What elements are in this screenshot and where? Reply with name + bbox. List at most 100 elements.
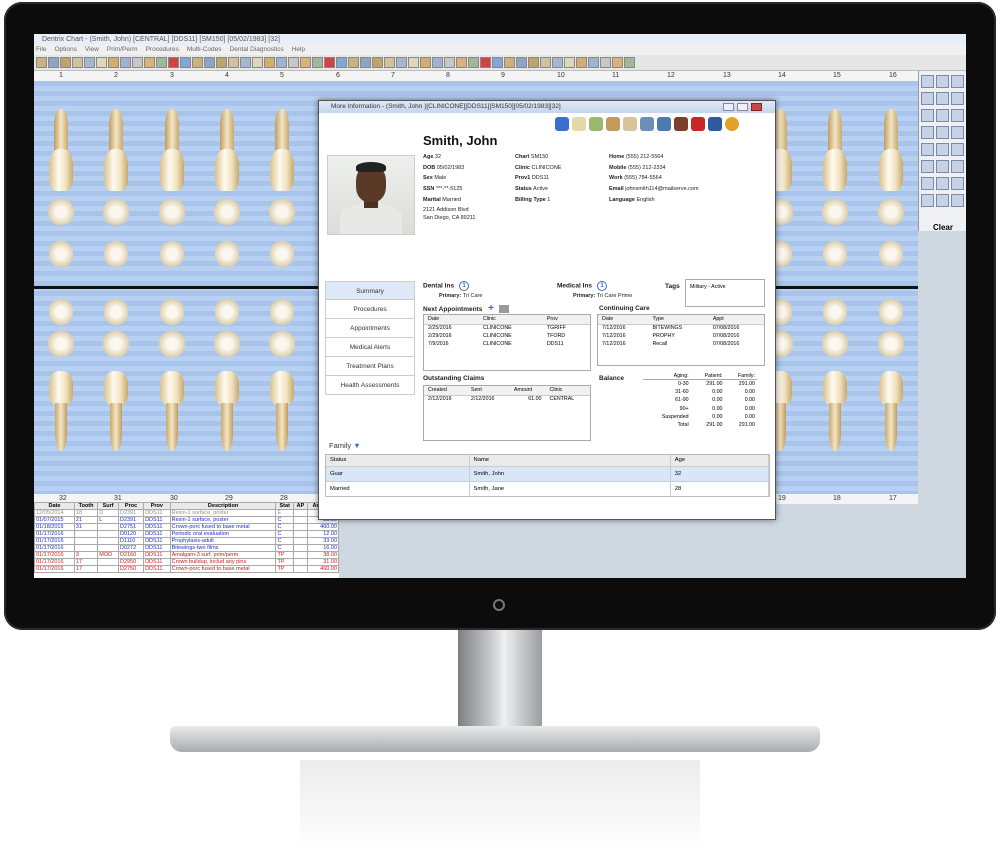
lower-tooth-root[interactable]	[829, 403, 841, 451]
toolbar-button[interactable]	[588, 57, 599, 68]
toolbar-button[interactable]	[204, 57, 215, 68]
upper-tooth-crown[interactable]	[823, 149, 847, 191]
notes-icon[interactable]	[623, 117, 637, 131]
toolbar-button[interactable]	[252, 57, 263, 68]
toolbar-button[interactable]	[408, 57, 419, 68]
lower-occlusal-view[interactable]	[215, 299, 239, 325]
toolbar-button[interactable]	[480, 57, 491, 68]
chart-tool-button[interactable]	[921, 143, 934, 156]
toolbar-button[interactable]	[504, 57, 515, 68]
continuing-care-row[interactable]: 7/12/2016 Recall 07/08/2016	[598, 340, 764, 348]
chart-tool-button[interactable]	[951, 194, 964, 207]
claim-row[interactable]: 2/12/2016 2/12/2016 61.00 CENTRAL	[424, 395, 590, 403]
continuing-care-row[interactable]: 7/12/2016 PROPHY 07/08/2016	[598, 332, 764, 340]
lower-tooth-root[interactable]	[276, 403, 288, 451]
upper-occlusal-view[interactable]	[823, 241, 847, 267]
toolbar-button[interactable]	[312, 57, 323, 68]
ledger-row[interactable]: 01/18/2015 31 D2751 DDS11 Crown-porc fused t…	[34, 523, 340, 531]
nav-health-assessments[interactable]: Health Assessments	[325, 376, 415, 395]
chart-tool-button[interactable]	[936, 177, 949, 190]
chart-tool-button[interactable]	[936, 160, 949, 173]
upper-occlusal-view[interactable]	[215, 241, 239, 267]
lower-tooth-crown[interactable]	[49, 371, 73, 405]
lower-occlusal-view[interactable]	[822, 331, 848, 357]
upper-tooth-crown[interactable]	[215, 149, 239, 191]
lower-tooth-root[interactable]	[221, 403, 233, 451]
upper-tooth-crown[interactable]	[104, 149, 128, 191]
ledger-row[interactable]: 01/17/2016 17 D2950 DDS11 Crown buildup, inc…	[34, 558, 340, 566]
family-icon[interactable]	[674, 117, 688, 131]
menu-item-prim-perm[interactable]: Prim/Perm	[107, 46, 138, 53]
upper-tooth-root[interactable]	[109, 109, 123, 153]
toolbar-button[interactable]	[120, 57, 131, 68]
toolbar-button[interactable]	[132, 57, 143, 68]
toolbar-button[interactable]	[300, 57, 311, 68]
toolbar-button[interactable]	[336, 57, 347, 68]
toolbar-button[interactable]	[432, 57, 443, 68]
lower-occlusal-view[interactable]	[159, 331, 185, 357]
family-row[interactable]: Guar Smith, John 32	[326, 465, 770, 481]
lower-occlusal-view[interactable]	[269, 331, 295, 357]
chart-tool-button[interactable]	[951, 177, 964, 190]
upper-occlusal-view[interactable]	[160, 241, 184, 267]
nav-medical-alerts[interactable]: Medical Alerts	[325, 338, 415, 357]
toolbar-button[interactable]	[156, 57, 167, 68]
add-appointment-icon[interactable]: +	[488, 303, 494, 314]
chart-tool-button[interactable]	[951, 109, 964, 122]
ledger-row[interactable]: 12/05/2014 18 D D2391 DDS11 Resin-1 surface, …	[34, 509, 340, 517]
ledger-row[interactable]: 01/17/2016 D0120 DDS11 Periodic oral evalua…	[34, 530, 340, 538]
toolbar-button[interactable]	[576, 57, 587, 68]
upper-tooth-root[interactable]	[165, 109, 179, 153]
lower-tooth-root[interactable]	[166, 403, 178, 451]
lower-tooth-crown[interactable]	[160, 371, 184, 405]
chart-tool-button[interactable]	[951, 143, 964, 156]
chart-tool-button[interactable]	[936, 194, 949, 207]
toolbar-button[interactable]	[264, 57, 275, 68]
upper-occlusal-view[interactable]	[48, 199, 74, 225]
nav-appointments[interactable]: Appointments	[325, 319, 415, 338]
upper-tooth-root[interactable]	[275, 109, 289, 153]
upper-tooth-root[interactable]	[54, 109, 68, 153]
upper-occlusal-view[interactable]	[103, 199, 129, 225]
lower-tooth-crown[interactable]	[823, 371, 847, 405]
appointment-book-icon[interactable]	[498, 305, 509, 314]
ledger-row[interactable]: 01/17/2016 D1110 DDS11 Prophylaxis-adult C 33…	[34, 537, 340, 545]
chart-tool-button[interactable]	[921, 194, 934, 207]
toolbar-button[interactable]	[420, 57, 431, 68]
lower-tooth-crown[interactable]	[215, 371, 239, 405]
lower-occlusal-view[interactable]	[214, 331, 240, 357]
chart-tool-button[interactable]	[936, 92, 949, 105]
ledger-row[interactable]: 01/17/2016 3 MOD D2160 DDS11 Amalgam-3 surf. …	[34, 551, 340, 559]
toolbar-button[interactable]	[144, 57, 155, 68]
chart-tool-button[interactable]	[921, 75, 934, 88]
medical-cross-icon[interactable]	[691, 117, 705, 131]
lower-tooth-crown[interactable]	[879, 371, 903, 405]
toolbar-button[interactable]	[36, 57, 47, 68]
toolbar-button[interactable]	[192, 57, 203, 68]
upper-occlusal-view[interactable]	[214, 199, 240, 225]
maximize-button[interactable]	[737, 103, 748, 111]
menu-item-multi-codes[interactable]: Multi-Codes	[187, 46, 222, 53]
power-button-icon[interactable]	[493, 599, 505, 611]
tags-box[interactable]: Military - Active	[685, 279, 765, 307]
users-icon[interactable]	[708, 117, 722, 131]
nav-summary[interactable]: Summary	[325, 281, 415, 300]
appointment-row[interactable]: 2/29/2016 CLINICONE TFORD	[424, 332, 590, 340]
chart-tool-button[interactable]	[951, 126, 964, 139]
family-row[interactable]: Married Smith, Jane 28	[326, 480, 770, 496]
toolbar-button[interactable]	[288, 57, 299, 68]
toolbar-button[interactable]	[444, 57, 455, 68]
upper-occlusal-view[interactable]	[879, 241, 903, 267]
dental-ins-count[interactable]: 1	[459, 281, 470, 291]
chart-tool-button[interactable]	[951, 92, 964, 105]
chart-tool-button[interactable]	[921, 160, 934, 173]
toolbar-button[interactable]	[72, 57, 83, 68]
menu-item-file[interactable]: File	[36, 46, 46, 53]
toolbar-button[interactable]	[324, 57, 335, 68]
chart-tool-button[interactable]	[921, 126, 934, 139]
upper-tooth-root[interactable]	[220, 109, 234, 153]
chart-tool-button[interactable]	[921, 109, 934, 122]
upper-tooth-crown[interactable]	[270, 149, 294, 191]
family-header[interactable]: Family ▼	[329, 441, 361, 450]
chart-tool-button[interactable]	[936, 126, 949, 139]
